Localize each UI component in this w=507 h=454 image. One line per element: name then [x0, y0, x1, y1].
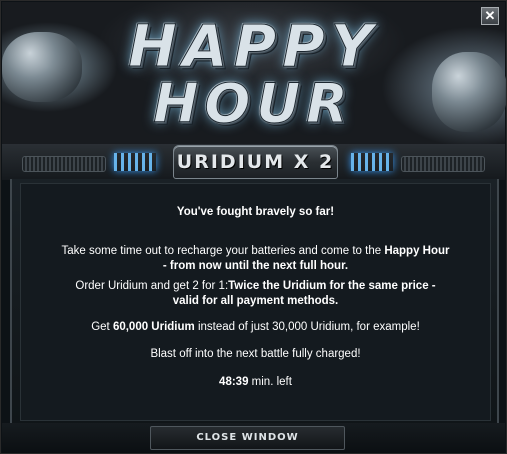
timer-suffix: min. left	[248, 376, 292, 388]
message-p2-twice: Twice the Uridium for the same price -	[228, 280, 436, 292]
message-p1-until: - from now until the next full hour.	[162, 260, 349, 272]
page-title: URIDIUM X 2	[176, 151, 335, 173]
message-p1-text: Take some time out to recharge your batt…	[61, 245, 385, 257]
happy-hour-dialog: HAPPY HOUR ✕ URIDIUM X 2 You've fought b…	[0, 0, 507, 454]
message-p3-rest: instead of just 30,000 Uridium, for exam…	[194, 321, 420, 333]
happy-hour-banner: HAPPY HOUR ✕	[2, 2, 506, 144]
message-p2-valid: valid for all payment methods.	[172, 295, 339, 307]
footer-bar: CLOSE WINDOW	[2, 423, 505, 453]
close-icon[interactable]: ✕	[481, 7, 499, 25]
grille-right-decoration	[401, 156, 485, 172]
message-p3-amount: 60,000 Uridium	[112, 321, 195, 333]
content-frame: You've fought bravely so far! Take some …	[10, 179, 499, 425]
close-window-button[interactable]: CLOSE WINDOW	[150, 426, 345, 450]
message-p3-get: Get	[91, 321, 113, 333]
message-paragraph-3: Get 60,000 Uridium instead of just 30,00…	[21, 320, 490, 335]
banner-title-hour: HOUR	[153, 72, 354, 136]
message-paragraph-1: Take some time out to recharge your batt…	[21, 244, 490, 274]
message-p2-text: Order Uridium and get 2 for 1:	[75, 280, 229, 292]
grille-left-decoration	[22, 156, 106, 172]
lights-right-decoration	[351, 153, 393, 171]
banner-title-happy: HAPPY	[128, 12, 379, 81]
title-plate: URIDIUM X 2	[173, 145, 338, 179]
message-paragraph-4: Blast off into the next battle fully cha…	[150, 348, 361, 360]
message-intro: You've fought bravely so far!	[176, 206, 335, 218]
timer-value: 48:39	[219, 376, 249, 388]
message-p1-happy-hour: Happy Hour	[384, 245, 450, 257]
message-paragraph-2: Order Uridium and get 2 for 1:Twice the …	[21, 279, 490, 309]
lights-left-decoration	[114, 153, 156, 171]
message-panel: You've fought bravely so far! Take some …	[20, 183, 491, 421]
header-bar: URIDIUM X 2	[2, 144, 505, 180]
countdown-timer: 48:39 min. left	[21, 375, 490, 390]
